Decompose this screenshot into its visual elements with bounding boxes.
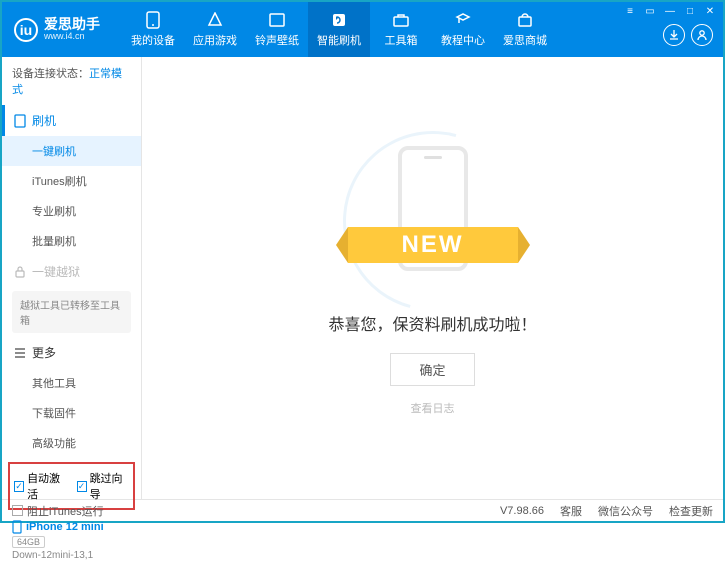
- logo: iu 爱思助手 www.i4.cn: [2, 17, 122, 42]
- main-content: NEW 恭喜您，保资料刷机成功啦！ 确定 查看日志: [142, 57, 723, 499]
- sidebar-item-other-tools[interactable]: 其他工具: [2, 368, 141, 398]
- tutorial-icon: [454, 11, 472, 29]
- nav-label: 铃声壁纸: [255, 32, 299, 48]
- app-header: iu 爱思助手 www.i4.cn 我的设备 应用游戏 铃声壁纸 智能刷机 工具…: [2, 2, 723, 57]
- user-button[interactable]: [691, 24, 713, 46]
- flash-icon: [330, 11, 348, 29]
- sidebar-item-batch-flash[interactable]: 批量刷机: [2, 226, 141, 256]
- download-button[interactable]: [663, 24, 685, 46]
- version-label: V7.98.66: [500, 505, 544, 517]
- checkbox-block-itunes[interactable]: 阻止iTunes运行: [12, 503, 104, 519]
- sidebar-item-pro-flash[interactable]: 专业刷机: [2, 196, 141, 226]
- store-icon: [516, 11, 534, 29]
- nav-label: 教程中心: [441, 32, 485, 48]
- sidebar-item-itunes-flash[interactable]: iTunes刷机: [2, 166, 141, 196]
- view-log-link[interactable]: 查看日志: [411, 400, 455, 416]
- nav-label: 应用游戏: [193, 32, 237, 48]
- success-message: 恭喜您，保资料刷机成功啦！: [328, 311, 536, 335]
- device-storage: 64GB: [12, 536, 45, 548]
- nav-toolbox[interactable]: 工具箱: [370, 2, 432, 57]
- app-title: 爱思助手: [44, 17, 100, 32]
- wechat-link[interactable]: 微信公众号: [598, 503, 653, 519]
- sidebar-section-more[interactable]: 更多: [2, 337, 141, 368]
- sidebar-item-download-firmware[interactable]: 下载固件: [2, 398, 141, 428]
- window-controls: ≡ ▭ — □ ✕: [621, 4, 719, 18]
- nav-ringtones[interactable]: 铃声壁纸: [246, 2, 308, 57]
- lock-icon: [14, 266, 26, 278]
- customer-service-link[interactable]: 客服: [560, 503, 582, 519]
- new-banner: NEW: [348, 227, 518, 263]
- device-info[interactable]: iPhone 12 mini 64GB Down-12mini-13,1: [2, 514, 141, 567]
- section-label: 一键越狱: [32, 263, 80, 280]
- phone-icon: [12, 520, 22, 534]
- sidebar: 设备连接状态：正常模式 刷机 一键刷机 iTunes刷机 专业刷机 批量刷机 一…: [2, 57, 142, 499]
- checkbox-icon: [12, 505, 23, 516]
- sidebar-item-advanced[interactable]: 高级功能: [2, 428, 141, 458]
- menu-icon[interactable]: ≡: [621, 4, 639, 18]
- checkbox-auto-activate[interactable]: ✓ 自动激活: [14, 470, 67, 502]
- nav-label: 工具箱: [385, 32, 418, 48]
- phone-icon: [144, 11, 162, 29]
- nav-label: 我的设备: [131, 32, 175, 48]
- chk-label: 自动激活: [27, 470, 66, 502]
- nav-my-device[interactable]: 我的设备: [122, 2, 184, 57]
- conn-label: 设备连接状态：: [12, 68, 89, 80]
- nav-smart-flash[interactable]: 智能刷机: [308, 2, 370, 57]
- minimize-icon[interactable]: —: [661, 4, 679, 18]
- check-update-link[interactable]: 检查更新: [669, 503, 713, 519]
- section-label: 刷机: [32, 112, 56, 129]
- nav-tutorials[interactable]: 教程中心: [432, 2, 494, 57]
- phone-icon: [14, 114, 26, 128]
- sidebar-section-jailbreak[interactable]: 一键越狱: [2, 256, 141, 287]
- nav-store[interactable]: 爱思商城: [494, 2, 556, 57]
- chk-label: 跳过向导: [90, 470, 129, 502]
- skin-icon[interactable]: ▭: [641, 4, 659, 18]
- nav-label: 爱思商城: [503, 32, 547, 48]
- ok-button[interactable]: 确定: [390, 353, 474, 386]
- apps-icon: [206, 11, 224, 29]
- section-label: 更多: [32, 344, 56, 361]
- sidebar-item-oneclick-flash[interactable]: 一键刷机: [2, 136, 141, 166]
- wallpaper-icon: [268, 11, 286, 29]
- success-illustration: NEW: [333, 141, 533, 291]
- logo-icon: iu: [14, 18, 38, 42]
- list-icon: [14, 347, 26, 359]
- check-icon: ✓: [14, 481, 24, 492]
- checkbox-skip-wizard[interactable]: ✓ 跳过向导: [77, 470, 130, 502]
- user-controls: [663, 24, 713, 46]
- sidebar-section-flash[interactable]: 刷机: [2, 105, 141, 136]
- device-model: Down-12mini-13,1: [12, 550, 131, 561]
- check-icon: ✓: [77, 481, 87, 492]
- nav-label: 智能刷机: [317, 32, 361, 48]
- toolbox-icon: [392, 11, 410, 29]
- close-icon[interactable]: ✕: [701, 4, 719, 18]
- device-name: iPhone 12 mini: [12, 520, 131, 534]
- maximize-icon[interactable]: □: [681, 4, 699, 18]
- app-url: www.i4.cn: [44, 32, 100, 42]
- chk-label: 阻止iTunes运行: [27, 503, 104, 519]
- nav-apps-games[interactable]: 应用游戏: [184, 2, 246, 57]
- connection-status: 设备连接状态：正常模式: [2, 57, 141, 105]
- jailbreak-note: 越狱工具已转移至工具箱: [12, 291, 131, 333]
